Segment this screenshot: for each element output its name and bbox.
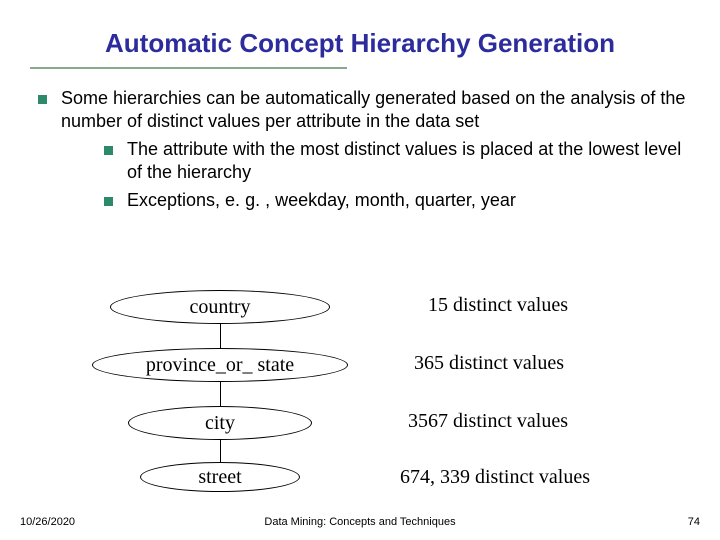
hierarchy-node: country — [110, 290, 330, 324]
node-label: city — [205, 412, 235, 435]
hierarchy-level-street: street 674, 339 distinct values — [0, 462, 720, 510]
bullet-main-text: Some hierarchies can be automatically ge… — [61, 87, 690, 134]
bullet-sub-2-text: Exceptions, e. g. , weekday, month, quar… — [127, 189, 516, 212]
hierarchy-level-province: province_or_ state 365 distinct values — [0, 348, 720, 396]
square-bullet-icon — [104, 146, 113, 155]
hierarchy-level-city: city 3567 distinct values — [0, 406, 720, 454]
slide-footer: 10/26/2020 Data Mining: Concepts and Tec… — [0, 516, 720, 534]
bullet-main: Some hierarchies can be automatically ge… — [30, 87, 690, 134]
bullet-sub-2: Exceptions, e. g. , weekday, month, quar… — [30, 189, 690, 212]
node-label: province_or_ state — [146, 354, 294, 377]
node-label: country — [189, 296, 250, 319]
distinct-values-label: 15 distinct values — [428, 294, 568, 317]
distinct-values-label: 3567 distinct values — [408, 410, 568, 433]
slide-title: Automatic Concept Hierarchy Generation — [30, 28, 690, 59]
hierarchy-level-country: country 15 distinct values — [0, 290, 720, 338]
node-label: street — [198, 466, 241, 489]
hierarchy-node: province_or_ state — [92, 348, 348, 382]
square-bullet-icon — [104, 197, 113, 206]
distinct-values-label: 674, 339 distinct values — [400, 466, 590, 489]
distinct-values-label: 365 distinct values — [414, 352, 564, 375]
footer-page-number: 74 — [688, 516, 700, 528]
hierarchy-diagram: country 15 distinct values province_or_ … — [0, 290, 720, 512]
slide: Automatic Concept Hierarchy Generation S… — [0, 0, 720, 540]
hierarchy-node: city — [128, 406, 312, 440]
bullet-sub-1: The attribute with the most distinct val… — [30, 138, 690, 185]
square-bullet-icon — [38, 95, 47, 104]
bullet-sub-1-text: The attribute with the most distinct val… — [127, 138, 690, 185]
footer-caption: Data Mining: Concepts and Techniques — [0, 516, 720, 528]
title-underline — [30, 67, 347, 69]
hierarchy-node: street — [140, 462, 300, 492]
